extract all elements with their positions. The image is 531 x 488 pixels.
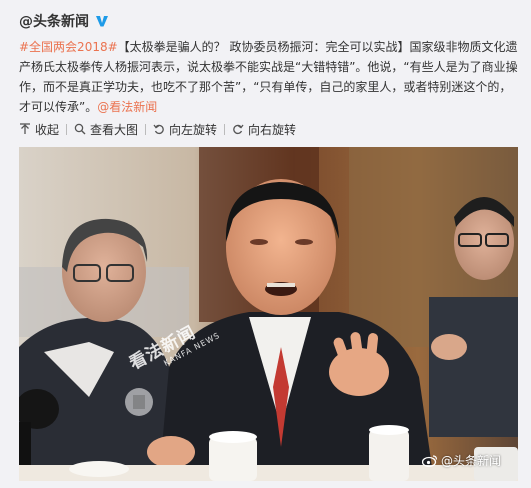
rotate-right-label: 向右旋转: [248, 122, 297, 137]
rotate-left-icon: [153, 124, 164, 135]
magnifier-icon: [74, 123, 86, 135]
collapse-button[interactable]: 收起: [19, 121, 59, 138]
rotate-right-icon: [233, 124, 244, 135]
weibo-post-card: @头条新闻 #全国两会2018#【太极拳是骗人的？ 政协委员杨振河：完全可以实战…: [0, 0, 531, 488]
toolbar-divider: [224, 123, 226, 135]
post-header: @头条新闻: [19, 10, 109, 32]
weibo-icon: [421, 455, 438, 467]
collapse-label: 收起: [35, 122, 60, 137]
photo-illustration: [19, 147, 518, 481]
rotate-left-button[interactable]: 向左旋转: [153, 121, 217, 138]
rotate-left-label: 向左旋转: [169, 122, 218, 137]
post-photo[interactable]: 看法新闻 KANFA NEWS @头条新闻: [19, 147, 518, 481]
author-name[interactable]: @头条新闻: [19, 11, 89, 31]
post-text: #全国两会2018#【太极拳是骗人的？ 政协委员杨振河：完全可以实战】国家级非物…: [19, 37, 519, 117]
photo-source-text: @头条新闻: [440, 454, 501, 468]
media-toolbar: 收起 查看大图 向左旋转 向右旋转: [19, 120, 296, 138]
view-large-label: 查看大图: [90, 122, 139, 137]
source-mention-link[interactable]: @看法新闻: [97, 100, 157, 114]
view-large-button[interactable]: 查看大图: [74, 121, 138, 138]
rotate-right-button[interactable]: 向右旋转: [232, 121, 296, 138]
toolbar-divider: [145, 123, 147, 135]
photo-source-mark: @头条新闻: [421, 452, 501, 469]
collapse-icon: [20, 123, 30, 134]
hashtag-link[interactable]: #全国两会2018#: [19, 40, 118, 54]
toolbar-divider: [66, 123, 68, 135]
verified-icon: [96, 16, 108, 27]
